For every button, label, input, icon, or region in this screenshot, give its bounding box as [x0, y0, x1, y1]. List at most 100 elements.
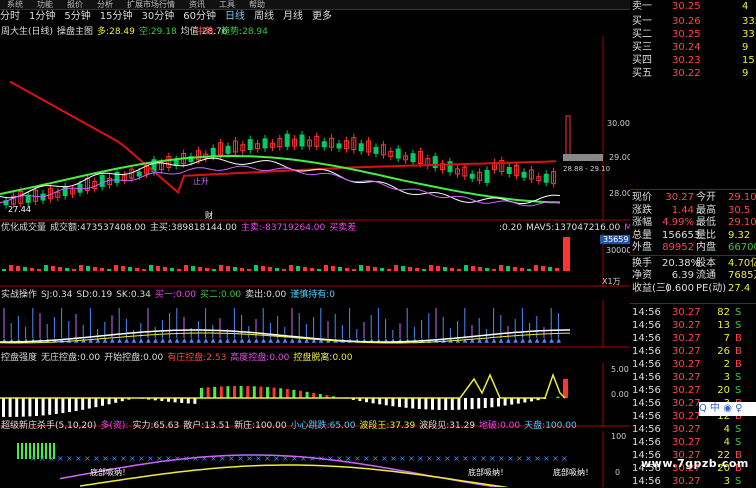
tab-weekly[interactable]: 周线 [254, 10, 274, 24]
kongpan-bar [61, 398, 64, 413]
zhumai2-value: -83719264.00 [262, 223, 325, 233]
ma-purple-line [0, 166, 560, 206]
toolbar-search[interactable]: Q 中 ◉ ♀ [699, 402, 756, 416]
volume-bar [170, 268, 174, 271]
volume-chart[interactable]: 35659 30000 X1万 [0, 233, 630, 287]
menu-item-tools[interactable]: 工具 [219, 0, 235, 9]
menu-item-system[interactable]: 系统 [7, 0, 23, 9]
tab-more[interactable]: 更多 [312, 10, 332, 24]
last-price-annotation: 28.88 - 29.10 [563, 165, 610, 173]
xiaoxin-label: 小心跳跌: [291, 421, 330, 431]
quote-value-2: 7685万 [728, 269, 756, 282]
volume-bar [338, 267, 342, 271]
bid-row[interactable]: 买五30.229 [632, 67, 756, 80]
tick-side: S [735, 436, 741, 449]
tick-time: 14:56 [632, 436, 661, 449]
kongpan-bar [187, 398, 190, 403]
order-volume: 4 [742, 0, 748, 13]
volume-bar [128, 267, 132, 271]
candle-body [211, 148, 215, 156]
bottom-x-marker: × [525, 454, 532, 463]
volume-bar [366, 266, 370, 271]
kaishi-label: 开始控盘: [104, 353, 143, 363]
tick-price: 30.27 [672, 345, 701, 358]
shizhan-marker: ▲ [520, 337, 525, 344]
menu-item-quote[interactable]: 报价 [67, 0, 83, 9]
bottom-x-marker: × [129, 454, 136, 463]
quote-value-2: 9.32 [728, 229, 750, 242]
gaodu-label: 高度控盘: [230, 353, 269, 363]
tick-row: 14:5630.273S [632, 371, 756, 384]
bottom-x-marker: × [543, 454, 550, 463]
gaodu-value: 0.00 [269, 353, 289, 363]
dicheng-value: 0.00 [500, 421, 520, 431]
quote-label-2: 量比 [696, 229, 716, 242]
tab-daily[interactable]: 日线 [225, 10, 245, 24]
tab-intraday[interactable]: 分时 [0, 10, 20, 24]
bottom-x-marker: × [552, 454, 559, 463]
bid-row[interactable]: 买三30.249 [632, 41, 756, 54]
volume-bar [555, 268, 559, 271]
bottom-x-marker: × [111, 454, 118, 463]
bottom-x-marker: × [489, 454, 496, 463]
bottom-x-marker: × [291, 454, 298, 463]
bid-row[interactable]: 买一30.26335 [632, 15, 756, 28]
wukong-label: 无庄控盘: [41, 353, 80, 363]
candle-body [507, 168, 511, 174]
quote-value-2: 29.10 [728, 216, 756, 229]
kongpan-bar [405, 398, 408, 408]
tick-price: 30.27 [672, 410, 701, 423]
mai2-label: 买二: [200, 290, 221, 300]
bottom-x-marker: × [435, 454, 442, 463]
bottom-x-marker: × [453, 454, 460, 463]
menu-item-news[interactable]: 资讯 [189, 0, 205, 9]
volume-bar [16, 266, 20, 271]
vol-axis-unit: X1万 [602, 277, 621, 286]
menu-item-analysis[interactable]: 分析 [97, 0, 113, 9]
menu-item-function[interactable]: 功能 [37, 0, 53, 9]
bottom-x-marker: × [147, 454, 154, 463]
shizhan-marker: ▲ [124, 337, 129, 344]
volume-bar [289, 265, 293, 271]
kongpan-bar [81, 398, 84, 410]
tick-volume: 13 [714, 319, 730, 332]
quote-label: 现价 [632, 191, 652, 204]
tab-5min[interactable]: 5分钟 [64, 10, 90, 24]
order-label: 卖一 [632, 0, 652, 13]
tab-1min[interactable]: 1分钟 [29, 10, 55, 24]
kongpan-chart[interactable]: 5.00 0.00 [0, 363, 630, 427]
bottom-x-markers: ××××××××××××××××××××××××××××××××××××××××… [30, 454, 568, 463]
tick-row: 14:5630.2726B [632, 345, 756, 358]
kongpan-bar [398, 398, 401, 407]
kongpan-title: 控盘强度 [1, 353, 37, 363]
menu-item-help[interactable]: 帮助 [249, 0, 265, 9]
kongpan-bar [471, 398, 474, 409]
kongpan-bar [259, 387, 262, 398]
bid-row[interactable]: 买二30.2533 [632, 28, 756, 41]
bid-row[interactable]: 买四30.2315 [632, 54, 756, 67]
tab-monthly[interactable]: 月线 [283, 10, 303, 24]
price-chart[interactable]: 27.44 财 止升 28.88 - 29.10 30.00 29.00 28.… [0, 36, 630, 221]
quote-value: 1.44 [662, 204, 694, 217]
tab-60min[interactable]: 60分钟 [183, 10, 216, 24]
zhumai-label: 主买: [150, 223, 171, 233]
kongpan-bar [200, 388, 203, 398]
signal-3: 底部吸纳！ [553, 467, 593, 477]
tick-time: 14:56 [632, 371, 661, 384]
tab-30min[interactable]: 30分钟 [141, 10, 174, 24]
kongpan-bar [68, 398, 71, 412]
ask-row[interactable]: 卖一30.254 [632, 0, 756, 13]
kongpan-bar [213, 387, 216, 398]
quote-label: 净资 [632, 269, 652, 282]
shizhan-marker: ▲ [139, 337, 144, 344]
tick-price: 30.27 [672, 332, 701, 345]
shizhan-chart[interactable]: ▲▲▲▲▲▲▲▲▲▲▲▲▲▲▲▲▲▲▲▲▲▲▲▲▲▲▲▲▲▲▲▲▲▲▲▲▲▲▲▲… [0, 300, 630, 348]
shizhan-marker: ▲ [499, 337, 504, 344]
bottom-chart[interactable]: ××××××××××××××××××××××××××××××××××××××××… [0, 431, 630, 487]
menu-item-extended-market[interactable]: 扩展市场行情 [127, 0, 175, 9]
volume-bar [324, 265, 328, 271]
tab-15min[interactable]: 15分钟 [100, 10, 133, 24]
shizhan-extra: 谨慎持有:0 [290, 290, 335, 300]
axis-label-29: 29.00 [609, 153, 630, 162]
quote-row: 外盘89952内盘66700 [632, 241, 756, 254]
